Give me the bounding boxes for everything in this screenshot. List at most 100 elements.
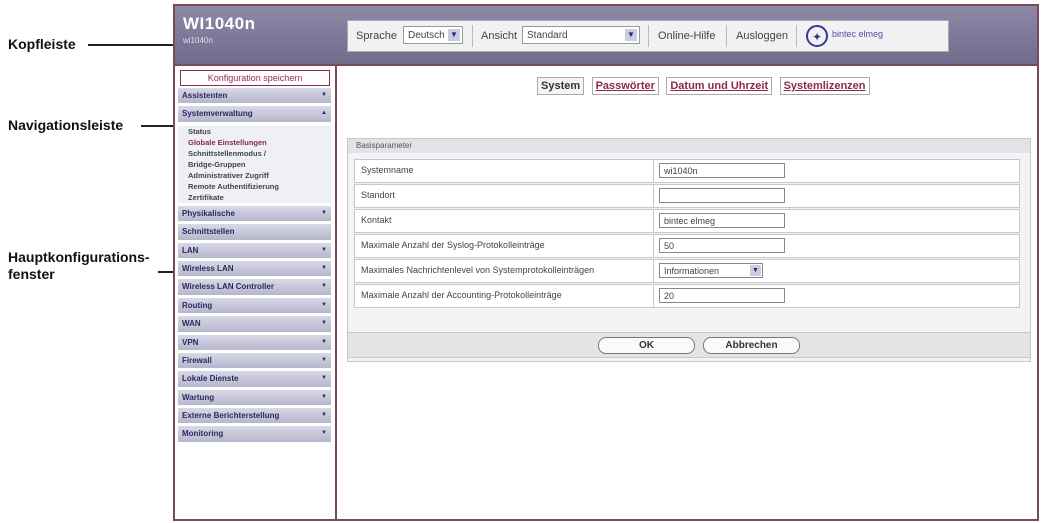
nav-item-monitoring[interactable]: Monitoring ▼ — [178, 426, 331, 442]
standort-input[interactable] — [659, 188, 785, 203]
nav-item-vpn[interactable]: VPN ▼ — [178, 334, 331, 350]
systemname-input[interactable]: wi1040n — [659, 163, 785, 178]
chevron-down-icon: ▼ — [321, 209, 327, 216]
language-label: Sprache — [356, 30, 397, 42]
nav-item-label: Systemverwaltung — [182, 109, 253, 119]
select-value: Informationen — [664, 266, 720, 276]
nav-item-label: Wireless LAN Controller — [182, 282, 274, 292]
row-nachrichtenlevel: Maximales Nachrichtenlevel von Systempro… — [354, 259, 1020, 283]
device-subtitle: wi1040n — [183, 36, 213, 45]
tab-datum-und-uhrzeit[interactable]: Datum und Uhrzeit — [666, 77, 773, 95]
chevron-down-icon: ▼ — [321, 283, 327, 290]
callout-hauptkonfig-1: Hauptkonfigurations- — [8, 249, 150, 265]
divider — [726, 25, 727, 47]
row-label: Standort — [361, 190, 396, 200]
callout-line-header — [88, 44, 174, 46]
app-window: WI1040n wi1040n Sprache Deutsch ▼ Ansich… — [173, 4, 1039, 521]
bird-logo-icon: ✦ — [806, 25, 828, 47]
header-toolbar: Sprache Deutsch ▼ Ansicht Standard ▼ Onl… — [347, 20, 949, 52]
navigation-sidebar: Konfiguration speichern Assistenten ▼ Sy… — [175, 66, 337, 519]
nav-item-externe-berichterstellung[interactable]: Externe Berichterstellung ▼ — [178, 408, 331, 424]
nav-item-label: Routing — [182, 300, 213, 310]
callout-hauptkonfig-2: fenster — [8, 266, 55, 282]
row-standort: Standort — [354, 184, 1020, 208]
nav-item-label: Assistenten — [182, 91, 228, 100]
nav-item-label: Firewall — [182, 355, 212, 365]
subitem-remote-authentifizierung[interactable]: Remote Authentifizierung — [178, 180, 331, 192]
subitem-status[interactable]: Status — [178, 125, 331, 137]
logout-link[interactable]: Ausloggen — [736, 30, 788, 42]
chevron-down-icon: ▼ — [321, 301, 327, 308]
nav-item-label: Schnittstellen — [182, 227, 235, 237]
tab-system[interactable]: System — [537, 77, 585, 95]
tab-bar: System Passwörter Datum und Uhrzeit Syst… — [537, 76, 873, 96]
nav-item-routing[interactable]: Routing ▼ — [178, 297, 331, 314]
subitem-bridge-gruppen[interactable]: Bridge-Gruppen — [178, 158, 331, 170]
nav-item-label: Externe Berichterstellung — [182, 411, 280, 421]
nav-item-label: VPN — [182, 337, 199, 347]
button-bar: OK Abbrechen — [347, 332, 1031, 358]
kontakt-input[interactable]: bintec elmeg — [659, 213, 785, 228]
callout-kopfleiste: Kopfleiste — [8, 36, 76, 52]
row-accounting-max: Maximale Anzahl der Accounting-Protokoll… — [354, 284, 1020, 308]
nav-item-label: Wartung — [182, 392, 215, 402]
divider — [653, 235, 654, 257]
subitem-globale-einstellungen[interactable]: Globale Einstellungen — [178, 136, 331, 148]
ok-button[interactable]: OK — [598, 337, 695, 354]
row-kontakt: Kontakt bintec elmeg — [354, 209, 1020, 233]
syslog-max-input[interactable]: 50 — [659, 238, 785, 253]
view-value: Standard — [527, 30, 568, 41]
divider — [472, 25, 473, 47]
chevron-down-icon: ▼ — [321, 92, 327, 98]
nav-item-label: Lokale Dienste — [182, 374, 239, 384]
chevron-down-icon: ▼ — [321, 412, 327, 419]
divider — [653, 185, 654, 207]
chevron-down-icon: ▼ — [321, 356, 327, 363]
nav-item-wartung[interactable]: Wartung ▼ — [178, 389, 331, 406]
chevron-down-icon: ▼ — [448, 29, 460, 41]
view-select[interactable]: Standard ▼ — [522, 26, 640, 44]
subitem-zertifikate[interactable]: Zertifikate — [178, 191, 331, 203]
nav-item-wan[interactable]: WAN ▼ — [178, 316, 331, 332]
tab-systemlizenzen[interactable]: Systemlizenzen — [779, 77, 870, 95]
row-label: Maximales Nachrichtenlevel von Systempro… — [361, 265, 595, 275]
device-title: WI1040n — [183, 14, 256, 33]
nav-item-schnittstellen[interactable]: Schnittstellen — [178, 224, 331, 240]
view-label: Ansicht — [481, 30, 518, 42]
nav-item-label: Wireless LAN — [182, 263, 234, 273]
nav-item-lan[interactable]: LAN ▼ — [178, 242, 331, 258]
tab-passwoerter[interactable]: Passwörter — [591, 77, 659, 95]
divider — [653, 285, 654, 307]
cancel-button[interactable]: Abbrechen — [703, 337, 800, 354]
logo-text: bintec elmeg — [832, 29, 884, 39]
divider — [653, 210, 654, 232]
nav-item-firewall[interactable]: Firewall ▼ — [178, 352, 331, 369]
nav-item-label: Physikalische — [182, 208, 235, 218]
nav-item-wireless-lan-controller[interactable]: Wireless LAN Controller ▼ — [178, 279, 331, 295]
nav-item-label: WAN — [182, 319, 201, 329]
accounting-max-input[interactable]: 20 — [659, 288, 785, 303]
subitem-schnittstellenmodus[interactable]: Schnittstellenmodus / — [178, 147, 331, 159]
save-configuration-button[interactable]: Konfiguration speichern — [180, 70, 330, 86]
brand: WI1040n wi1040n — [183, 14, 255, 45]
nav-item-physikalische[interactable]: Physikalische ▼ — [178, 205, 331, 222]
nachrichtenlevel-select[interactable]: Informationen ▼ — [659, 263, 763, 278]
nav-item-systemverwaltung[interactable]: Systemverwaltung ▲ — [178, 106, 331, 122]
subitem-administrativer-zugriff[interactable]: Administrativer Zugriff — [178, 169, 331, 181]
language-select[interactable]: Deutsch ▼ — [403, 26, 463, 44]
chevron-down-icon: ▼ — [321, 430, 327, 437]
basisparameter-panel: Basisparameter Systemname wi1040n Stando… — [347, 138, 1031, 362]
main-config-window: System Passwörter Datum und Uhrzeit Syst… — [337, 66, 1037, 519]
nav-item-lokale-dienste[interactable]: Lokale Dienste ▼ — [178, 371, 331, 387]
nav-item-label: Monitoring — [182, 429, 224, 439]
chevron-down-icon: ▼ — [321, 320, 327, 327]
online-help-link[interactable]: Online-Hilfe — [658, 30, 715, 42]
chevron-down-icon: ▼ — [321, 338, 327, 345]
chevron-down-icon: ▼ — [750, 265, 761, 276]
nav-list: Assistenten ▼ Systemverwaltung ▲ Status … — [178, 88, 331, 445]
chevron-down-icon: ▼ — [625, 29, 637, 41]
divider — [653, 160, 654, 182]
row-label: Systemname — [361, 165, 414, 175]
nav-item-wireless-lan[interactable]: Wireless LAN ▼ — [178, 260, 331, 277]
nav-item-assistenten[interactable]: Assistenten ▼ — [178, 88, 331, 104]
